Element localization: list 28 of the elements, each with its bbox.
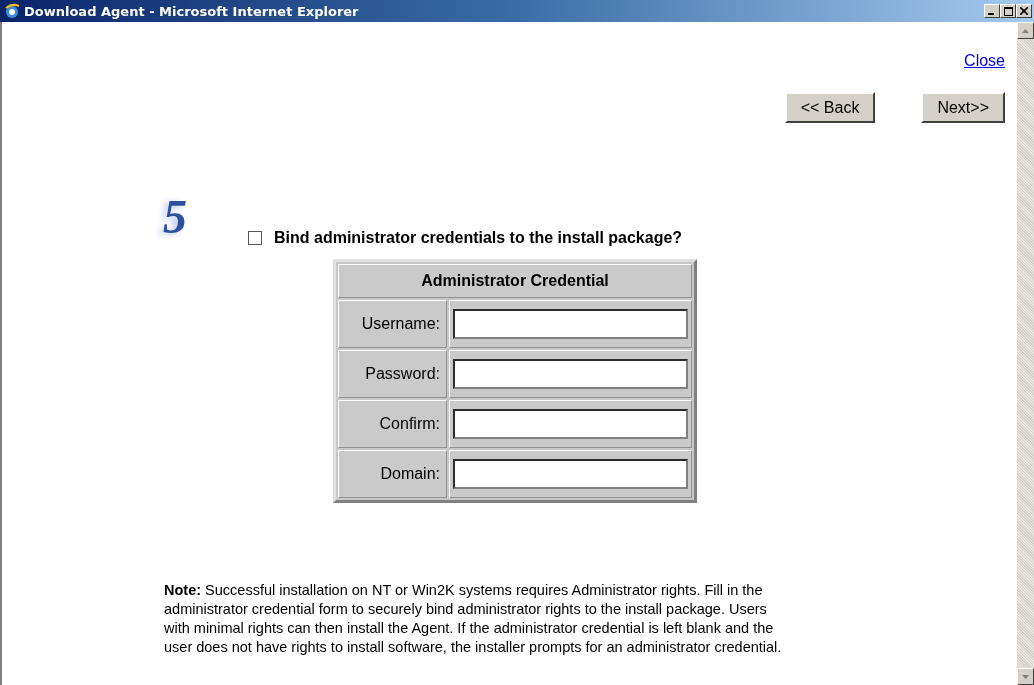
close-icon — [1020, 7, 1028, 15]
nav-button[interactable]: << Back — [784, 92, 876, 123]
down-arrow-icon — [1022, 674, 1029, 679]
table-title: Administrator Credential — [338, 264, 692, 298]
close-link[interactable]: Close — [964, 52, 1005, 70]
bind-label: Bind administrator credentials to the install package? — [274, 229, 683, 247]
step-number: 5 — [163, 193, 187, 241]
field-label: Password: — [338, 350, 447, 398]
input-field[interactable] — [453, 359, 688, 389]
input-field[interactable] — [453, 409, 688, 439]
field-label: Username: — [338, 300, 447, 348]
scroll-up-button[interactable] — [1017, 22, 1034, 39]
maximize-icon — [1003, 6, 1013, 16]
field-label: Confirm: — [338, 400, 447, 448]
field-label: Domain: — [338, 450, 447, 498]
note-paragraph: Note: Successful installation on NT or Win2K systems requires Administrator rights. Fill in the administrator credential form to securely bind administrator rights to the install package. Users with minimal rights can then install the Agent. If the administrator credential is left blank and the user does not have rights to install software, the installer prompts for an administrator credential. — [164, 581, 783, 657]
input-field[interactable] — [453, 459, 688, 489]
close-button[interactable] — [1016, 4, 1032, 18]
scroll-down-button[interactable] — [1017, 668, 1034, 685]
bind-checkbox[interactable] — [248, 231, 262, 245]
minimize-button[interactable] — [984, 4, 1000, 18]
maximize-button[interactable] — [1000, 4, 1016, 18]
window-title: Download Agent - Microsoft Internet Explorer — [24, 3, 360, 19]
nav-button[interactable]: Next>> — [921, 92, 1005, 123]
up-arrow-icon — [1022, 28, 1029, 33]
scrollbar[interactable] — [1017, 22, 1034, 685]
browser-icon — [4, 3, 20, 19]
input-field[interactable] — [453, 309, 688, 339]
